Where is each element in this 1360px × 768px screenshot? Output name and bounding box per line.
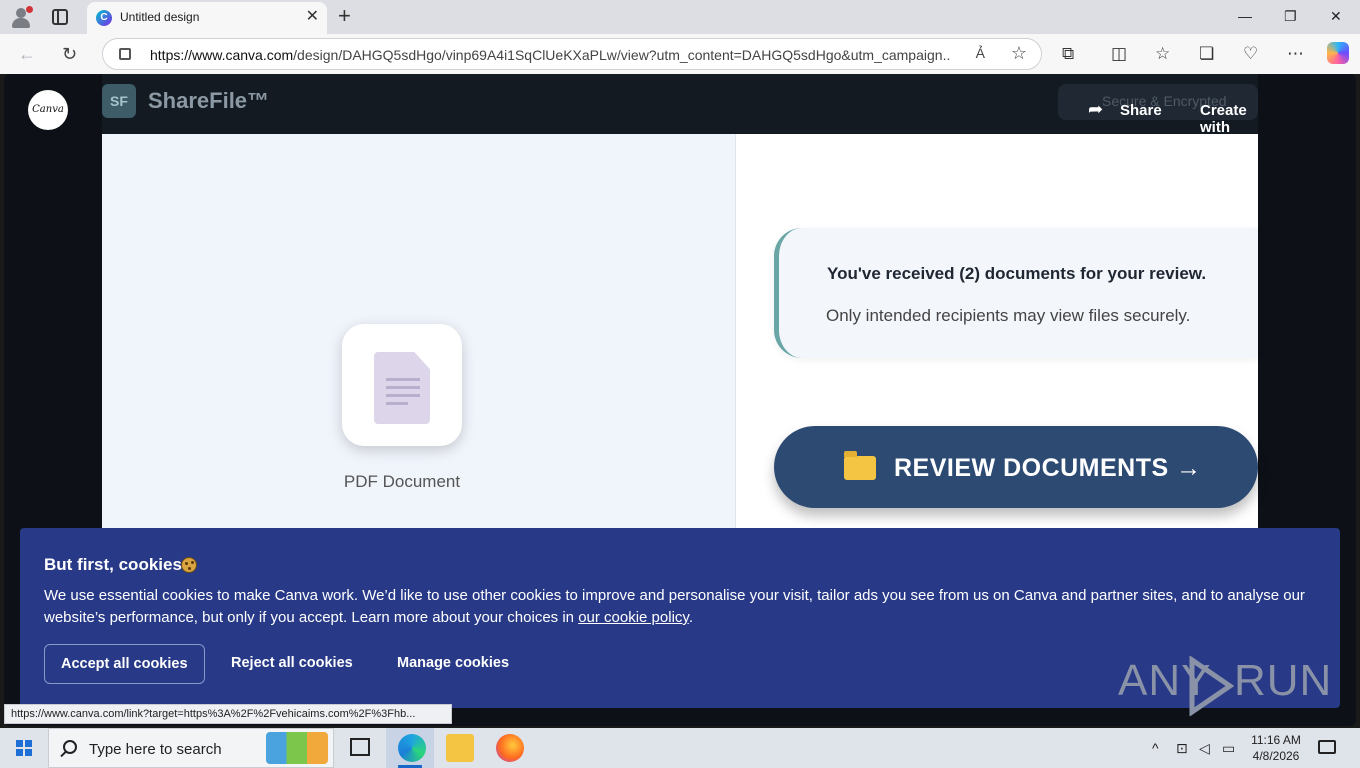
read-aloud-icon[interactable]: Ả (976, 45, 985, 61)
favorite-star-icon[interactable]: ☆ (1011, 43, 1027, 64)
search-highlight-icon[interactable] (266, 732, 328, 764)
extensions-icon[interactable]: ⧉ (1062, 43, 1074, 65)
favorites-icon[interactable]: ☆ (1155, 43, 1170, 65)
minimize-icon[interactable]: — (1238, 6, 1252, 26)
taskbar-clock[interactable]: 11:16 AM 4/8/2026 (1246, 732, 1306, 764)
windows-start-icon[interactable] (16, 740, 32, 756)
clock-time: 11:16 AM (1251, 733, 1301, 747)
restore-icon[interactable]: ❐ (1284, 6, 1297, 26)
share-icon[interactable]: ➦ (1088, 99, 1103, 120)
canva-favicon-icon: C (96, 10, 112, 26)
profile-icon[interactable] (10, 6, 33, 28)
task-view-icon[interactable] (350, 738, 370, 756)
tab-actions-icon[interactable] (52, 9, 68, 25)
edge-icon[interactable] (398, 734, 426, 762)
search-placeholder: Type here to search (89, 741, 222, 758)
firefox-icon[interactable] (496, 734, 524, 762)
browser-essentials-icon[interactable]: ♡ (1243, 43, 1258, 65)
file-explorer-icon[interactable] (446, 734, 474, 762)
review-documents-button[interactable]: REVIEW DOCUMENTS → (774, 426, 1258, 508)
document-icon (374, 352, 430, 424)
clock-date: 4/8/2026 (1252, 749, 1300, 763)
pdf-document-label: PDF Document (343, 472, 461, 491)
design-header: SF ShareFile™ Secure & Encrypted ➦ Share… (102, 74, 1258, 153)
volume-icon[interactable]: ◁ (1199, 740, 1210, 756)
folder-icon (844, 451, 876, 480)
cookie-banner: But first, cookies We use essential cook… (20, 528, 1340, 716)
accept-all-cookies-button[interactable]: Accept all cookies (44, 644, 205, 684)
search-icon (63, 740, 77, 754)
sharefile-brand-name: ShareFile™ (148, 88, 270, 113)
design-canvas: PDF Document You've received (2) documen… (102, 74, 1258, 544)
manage-cookies-button[interactable]: Manage cookies (381, 644, 525, 684)
more-menu-icon[interactable]: ⋯ (1287, 43, 1304, 65)
navigation-bar: ← ↻ https://www.canva.com/design/DAHGQ5s… (0, 34, 1360, 74)
connection-icon[interactable]: ▭ (1222, 740, 1235, 756)
cookie-description: We use essential cookies to make Canva w… (44, 587, 1305, 626)
collections-icon[interactable]: ❏ (1199, 43, 1214, 65)
play-logo-icon (1189, 656, 1234, 716)
refresh-icon[interactable]: ↻ (62, 43, 77, 65)
pdf-document-card[interactable] (342, 324, 462, 446)
new-tab-icon[interactable]: + (338, 3, 351, 29)
windows-taskbar: Type here to search ^ ⊡ ◁ ▭ 11:16 AM 4/8… (0, 728, 1360, 768)
notifications-icon[interactable] (1318, 740, 1336, 754)
notice-subtext: Only intended recipients may view files … (826, 306, 1191, 325)
copilot-icon[interactable] (1327, 42, 1349, 64)
tab-close-icon[interactable]: ✕ (306, 8, 319, 26)
tab-title: Untitled design (120, 10, 200, 24)
url-text: https://www.canva.com/design/DAHGQ5sdHgo… (150, 47, 950, 63)
cookie-policy-link[interactable]: our cookie policy (578, 609, 689, 626)
cookie-title: But first, cookies (44, 555, 182, 574)
tab-untitled-design[interactable]: C Untitled design ✕ (87, 2, 327, 34)
review-documents-label: REVIEW DOCUMENTS → (894, 454, 1202, 482)
share-button[interactable]: Share (1120, 102, 1162, 119)
cookie-icon (181, 557, 197, 573)
chevron-up-icon[interactable]: ^ (1152, 740, 1159, 756)
site-info-icon[interactable] (119, 48, 131, 60)
tab-strip: C Untitled design ✕ + — ❐ ✕ (0, 0, 1360, 34)
received-notice: You've received (2) documents for your r… (774, 228, 1258, 358)
canva-logo[interactable]: Canva (28, 90, 68, 130)
document-preview-pane: PDF Document (102, 134, 736, 544)
back-icon[interactable]: ← (18, 43, 36, 65)
address-bar[interactable]: https://www.canva.com/design/DAHGQ5sdHgo… (102, 38, 1042, 70)
split-screen-icon[interactable]: ◫ (1111, 43, 1127, 65)
network-icon[interactable]: ⊡ (1176, 740, 1188, 756)
reject-all-cookies-button[interactable]: Reject all cookies (215, 644, 369, 684)
status-bar-link-preview: https://www.canva.com/link?target=https%… (4, 704, 452, 724)
window-close-icon[interactable]: ✕ (1330, 6, 1342, 26)
notice-headline: You've received (2) documents for your r… (827, 264, 1207, 283)
sharefile-logo: SF (102, 84, 136, 118)
create-with-canva-button[interactable]: Create with Canva (1200, 102, 1258, 153)
